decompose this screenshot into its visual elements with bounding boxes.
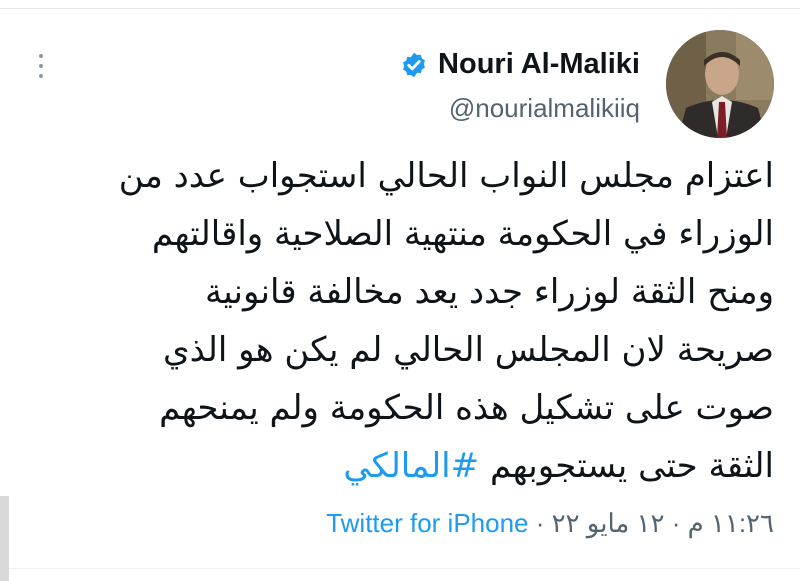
tweet-meta: ١١:٢٦ م · ١٢ مايو ٢٢ · Twitter for iPhon… bbox=[326, 508, 774, 539]
timestamp[interactable]: ١١:٢٦ م · ١٢ مايو ٢٢ bbox=[552, 508, 774, 538]
meta-separator: · bbox=[528, 508, 552, 538]
more-options-icon[interactable] bbox=[36, 52, 46, 80]
tweet-header: Nouri Al-Maliki @nourialmalikiiq bbox=[400, 48, 640, 124]
hashtag-link[interactable]: #المالكي bbox=[343, 446, 479, 486]
tweet-line-text: الثقة حتى يستجوبهم bbox=[489, 446, 774, 486]
bottom-divider bbox=[0, 568, 800, 569]
author-handle[interactable]: @nourialmalikiiq bbox=[400, 93, 640, 124]
tweet-line: الوزراء في الحكومة منتهية الصلاحية واقال… bbox=[151, 214, 774, 254]
tweet-text: اعتزام مجلس النواب الحالي استجواب عدد من… bbox=[34, 147, 774, 495]
tweet-line: اعتزام مجلس النواب الحالي استجواب عدد من bbox=[118, 156, 774, 196]
source-link[interactable]: Twitter for iPhone bbox=[326, 508, 528, 538]
edge-shadow bbox=[0, 496, 9, 581]
tweet-line: ومنح الثقة لوزراء جدد يعد مخالفة قانونية bbox=[205, 272, 774, 312]
author-name[interactable]: Nouri Al-Maliki bbox=[438, 48, 640, 81]
avatar[interactable] bbox=[666, 30, 774, 138]
verified-badge-icon bbox=[403, 52, 426, 77]
tweet-line: صريحة لان المجلس الحالي لم يكن هو الذي bbox=[163, 330, 774, 370]
tweet-last-line: الثقة حتى يستجوبهم #المالكي bbox=[34, 437, 774, 495]
top-divider bbox=[0, 8, 800, 9]
tweet-line: صوت على تشكيل هذه الحكومة ولم يمنحهم bbox=[159, 388, 774, 428]
